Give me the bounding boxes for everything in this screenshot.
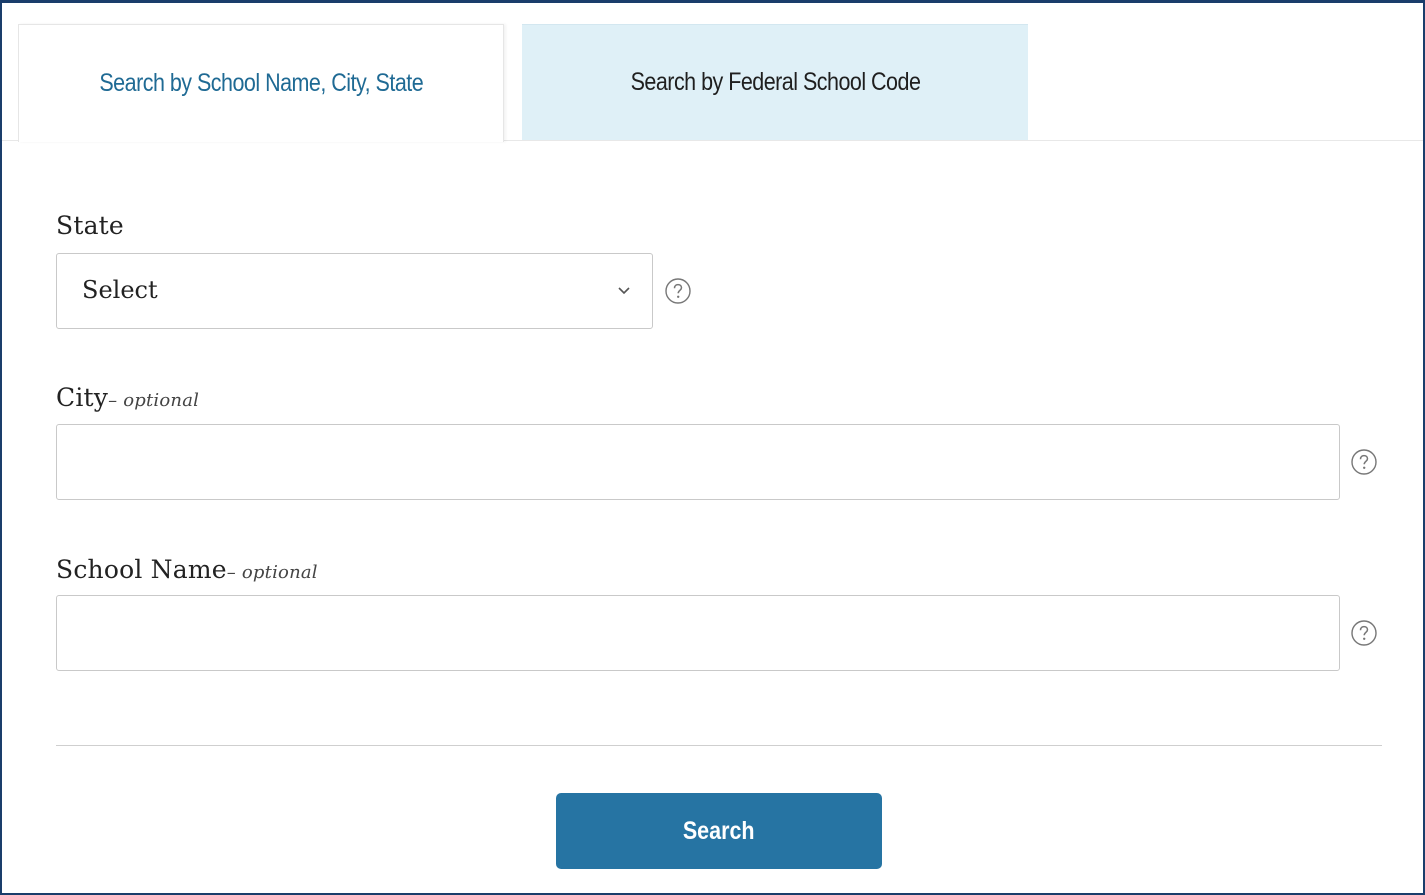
- city-input[interactable]: [56, 424, 1340, 500]
- app-frame: Search by School Name, City, State Searc…: [0, 0, 1425, 895]
- school-name-label-text: School Name: [56, 555, 227, 584]
- school-name-label: School Name– optional: [56, 555, 318, 584]
- tab-strip: Search by School Name, City, State Searc…: [2, 3, 1423, 142]
- school-name-optional-note: – optional: [226, 562, 318, 583]
- state-help-icon[interactable]: [664, 277, 692, 305]
- state-select[interactable]: Select: [56, 253, 653, 329]
- state-label: State: [56, 211, 124, 240]
- tab-label: Search by School Name, City, State: [99, 69, 423, 97]
- city-optional-note: – optional: [108, 390, 200, 411]
- city-label-text: City: [56, 383, 109, 412]
- search-button[interactable]: Search: [556, 793, 882, 869]
- tab-school-name-city-state[interactable]: Search by School Name, City, State: [18, 24, 504, 142]
- tab-federal-school-code[interactable]: Search by Federal School Code: [522, 24, 1028, 140]
- chevron-down-icon: [618, 287, 630, 295]
- city-help-icon[interactable]: [1350, 448, 1378, 476]
- state-select-value: Select: [82, 276, 158, 304]
- school-name-input[interactable]: [56, 595, 1340, 671]
- state-label-text: State: [56, 211, 124, 240]
- tab-label: Search by Federal School Code: [630, 68, 920, 96]
- school-name-help-icon[interactable]: [1350, 619, 1378, 647]
- search-form: State Select City– optional School Name–…: [2, 141, 1423, 893]
- form-divider: [56, 745, 1382, 746]
- city-label: City– optional: [56, 383, 199, 412]
- search-button-label: Search: [683, 816, 755, 845]
